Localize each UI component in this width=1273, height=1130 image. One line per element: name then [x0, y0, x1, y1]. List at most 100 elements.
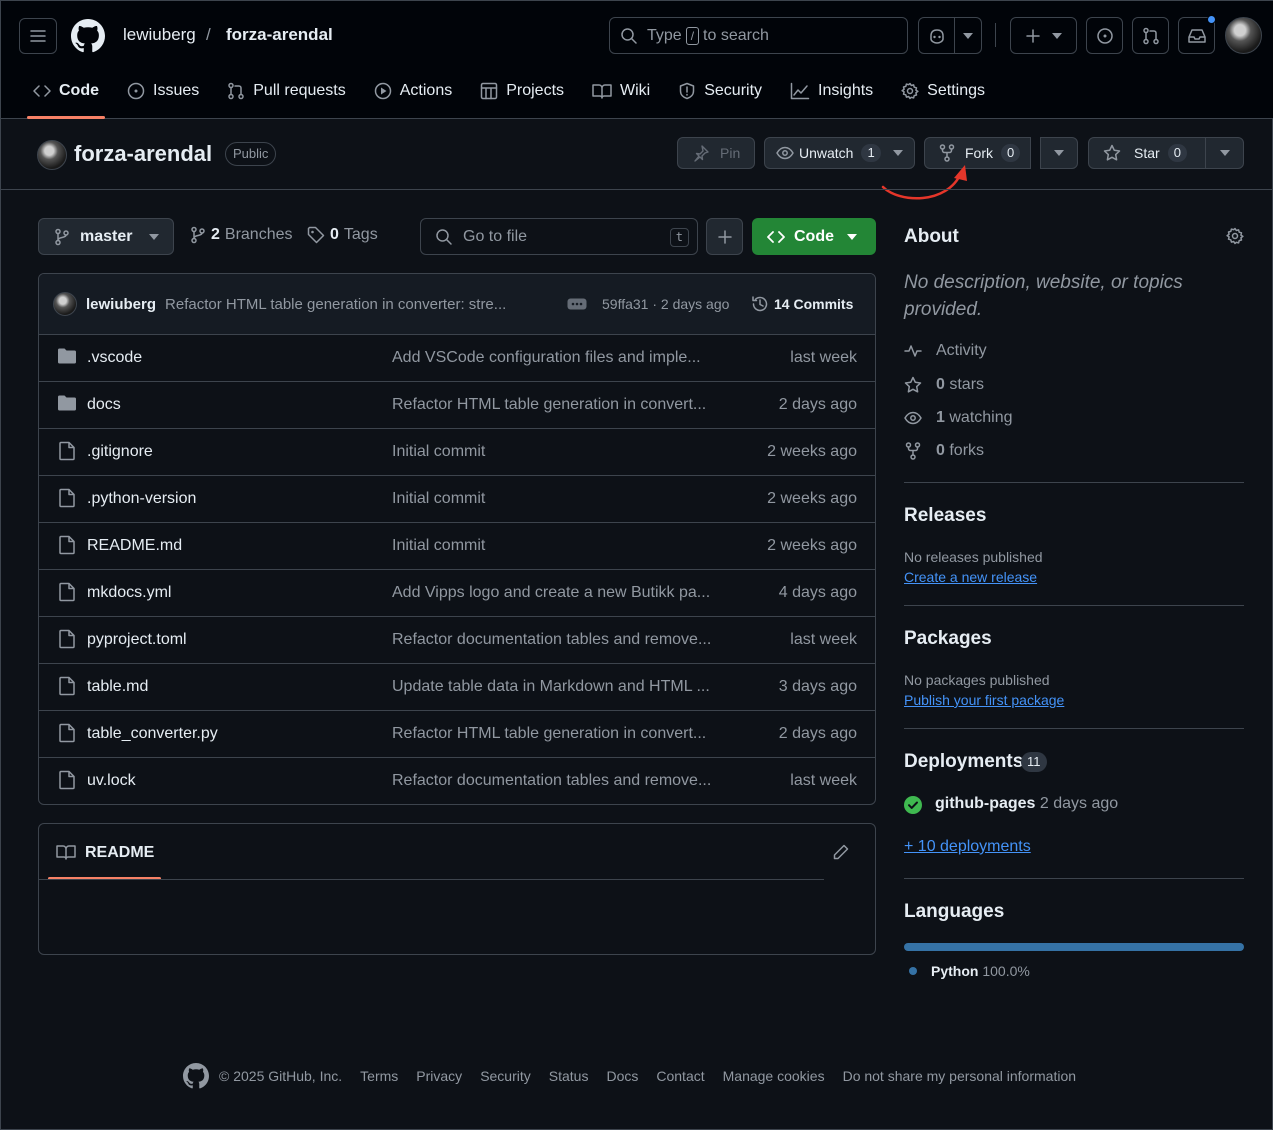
file-name[interactable]: table_converter.py	[87, 725, 218, 743]
deployment-item[interactable]: github-pages 2 days ago	[935, 795, 1118, 813]
github-logo-icon[interactable]	[183, 1063, 209, 1089]
repo-title[interactable]: forza-arendal	[74, 141, 212, 167]
commit-hash-time[interactable]: 59ffa31 · 2 days ago	[602, 296, 729, 312]
github-logo-icon[interactable]	[71, 19, 105, 53]
file-row[interactable]: .python-version Initial commit 2 weeks ago	[39, 476, 875, 523]
deployments-heading[interactable]: Deployments	[904, 751, 1023, 773]
packages-heading[interactable]: Packages	[904, 628, 992, 650]
code-icon	[767, 230, 785, 243]
footer-link-contact[interactable]: Contact	[656, 1068, 704, 1084]
commit-message[interactable]: Refactor HTML table generation in conver…	[165, 296, 506, 313]
search-input[interactable]: Type / to search	[609, 17, 908, 54]
file-commit-message[interactable]: Initial commit	[392, 490, 485, 508]
commits-link[interactable]: 14 Commits	[774, 296, 853, 312]
commit-author-avatar[interactable]	[53, 292, 77, 316]
file-name[interactable]: README.md	[87, 537, 182, 555]
language-item[interactable]: Python 100.0%	[931, 963, 1030, 979]
file-commit-message[interactable]: Refactor documentation tables and remove…	[392, 772, 711, 790]
file-row[interactable]: docs Refactor HTML table generation in co…	[39, 382, 875, 429]
file-name[interactable]: uv.lock	[87, 772, 136, 790]
footer-link-do-not-share[interactable]: Do not share my personal information	[843, 1068, 1076, 1084]
go-to-file-input[interactable]: Go to file t	[420, 218, 698, 255]
file-name[interactable]: .python-version	[87, 490, 196, 508]
file-name[interactable]: pyproject.toml	[87, 631, 187, 649]
tab-issues[interactable]: Issues	[113, 71, 213, 111]
code-dropdown-button[interactable]: Code	[752, 218, 876, 255]
file-name[interactable]: mkdocs.yml	[87, 584, 171, 602]
file-row[interactable]: .gitignore Initial commit 2 weeks ago	[39, 429, 875, 476]
star-button[interactable]: Star 0	[1088, 137, 1206, 169]
tab-security[interactable]: Security	[664, 71, 776, 111]
about-heading: About	[904, 226, 959, 247]
fork-menu-button[interactable]	[1040, 137, 1078, 169]
file-row[interactable]: .vscode Add VSCode configuration files an…	[39, 335, 875, 382]
copilot-menu-button[interactable]	[954, 17, 982, 54]
star-menu-button[interactable]	[1205, 137, 1244, 169]
watching-link[interactable]: 1 watching	[904, 409, 1013, 427]
tags-link[interactable]: 0 Tags	[307, 226, 378, 244]
pin-button[interactable]: Pin	[677, 137, 755, 169]
file-row[interactable]: uv.lock Refactor documentation tables and…	[39, 758, 875, 804]
footer-link-manage-cookies[interactable]: Manage cookies	[723, 1068, 825, 1084]
footer-link-status[interactable]: Status	[549, 1068, 589, 1084]
repo-owner-avatar[interactable]	[37, 140, 67, 170]
footer-link-security[interactable]: Security	[480, 1068, 531, 1084]
file-row[interactable]: table_converter.py Refactor HTML table ge…	[39, 711, 875, 758]
ellipsis-icon[interactable]	[567, 298, 587, 310]
file-commit-message[interactable]: Add VSCode configuration files and imple…	[392, 349, 701, 367]
footer-link-terms[interactable]: Terms	[360, 1068, 398, 1084]
file-row[interactable]: pyproject.toml Refactor documentation tab…	[39, 617, 875, 664]
readme-tab[interactable]: README	[85, 844, 154, 862]
add-file-button[interactable]	[706, 218, 743, 255]
search-icon	[436, 228, 452, 245]
gear-icon[interactable]	[1226, 227, 1244, 245]
file-row[interactable]: README.md Initial commit 2 weeks ago	[39, 523, 875, 570]
releases-heading[interactable]: Releases	[904, 505, 986, 527]
create-release-link[interactable]: Create a new release	[904, 569, 1037, 585]
file-commit-message[interactable]: Add Vipps logo and create a new Butikk p…	[392, 584, 710, 602]
tab-projects[interactable]: Projects	[466, 71, 578, 111]
file-commit-message[interactable]: Update table data in Markdown and HTML .…	[392, 678, 710, 696]
repo-head-divider	[1, 189, 1273, 190]
file-name[interactable]: table.md	[87, 678, 148, 696]
tab-settings[interactable]: Settings	[887, 71, 999, 111]
file-row[interactable]: mkdocs.yml Add Vipps logo and create a ne…	[39, 570, 875, 617]
file-commit-message[interactable]: Initial commit	[392, 443, 485, 461]
readme-panel: README	[38, 823, 876, 955]
tab-actions[interactable]: Actions	[360, 71, 466, 111]
owner-link[interactable]: lewiuberg	[123, 25, 196, 45]
file-commit-message[interactable]: Refactor HTML table generation in conver…	[392, 396, 706, 414]
menu-button[interactable]	[19, 18, 57, 54]
file-name[interactable]: docs	[87, 396, 121, 414]
activity-link[interactable]: Activity	[904, 342, 987, 360]
pencil-icon[interactable]	[832, 843, 850, 861]
user-avatar[interactable]	[1225, 17, 1262, 54]
notification-dot	[1207, 15, 1216, 24]
issues-button[interactable]	[1086, 17, 1123, 54]
publish-package-link[interactable]: Publish your first package	[904, 692, 1064, 708]
file-commit-message[interactable]: Refactor documentation tables and remove…	[392, 631, 711, 649]
tab-label: Insights	[818, 82, 874, 99]
file-commit-message[interactable]: Refactor HTML table generation in conver…	[392, 725, 706, 743]
repo-link[interactable]: forza-arendal	[226, 25, 333, 45]
copilot-button[interactable]	[918, 17, 955, 54]
footer-link-privacy[interactable]: Privacy	[416, 1068, 462, 1084]
create-new-button[interactable]	[1010, 17, 1077, 54]
file-row[interactable]: table.md Update table data in Markdown an…	[39, 664, 875, 711]
forks-link[interactable]: 0 forks	[904, 442, 984, 460]
tab-pull-requests[interactable]: Pull requests	[213, 71, 360, 111]
tab-label: Actions	[399, 82, 453, 99]
stars-link[interactable]: 0 stars	[904, 376, 984, 394]
tab-code[interactable]: Code	[19, 71, 113, 119]
more-deployments-link[interactable]: + 10 deployments	[904, 838, 1031, 856]
file-commit-message[interactable]: Initial commit	[392, 537, 485, 555]
branch-selector[interactable]: master	[38, 218, 174, 255]
file-name[interactable]: .gitignore	[87, 443, 153, 461]
tab-wiki[interactable]: Wiki	[578, 71, 664, 111]
footer-link-docs[interactable]: Docs	[606, 1068, 638, 1084]
pull-requests-button[interactable]	[1132, 17, 1169, 54]
file-name[interactable]: .vscode	[87, 349, 142, 367]
branches-link[interactable]: 2 Branches	[190, 226, 293, 244]
commit-author[interactable]: lewiuberg	[86, 296, 156, 313]
tab-insights[interactable]: Insights	[776, 71, 887, 111]
